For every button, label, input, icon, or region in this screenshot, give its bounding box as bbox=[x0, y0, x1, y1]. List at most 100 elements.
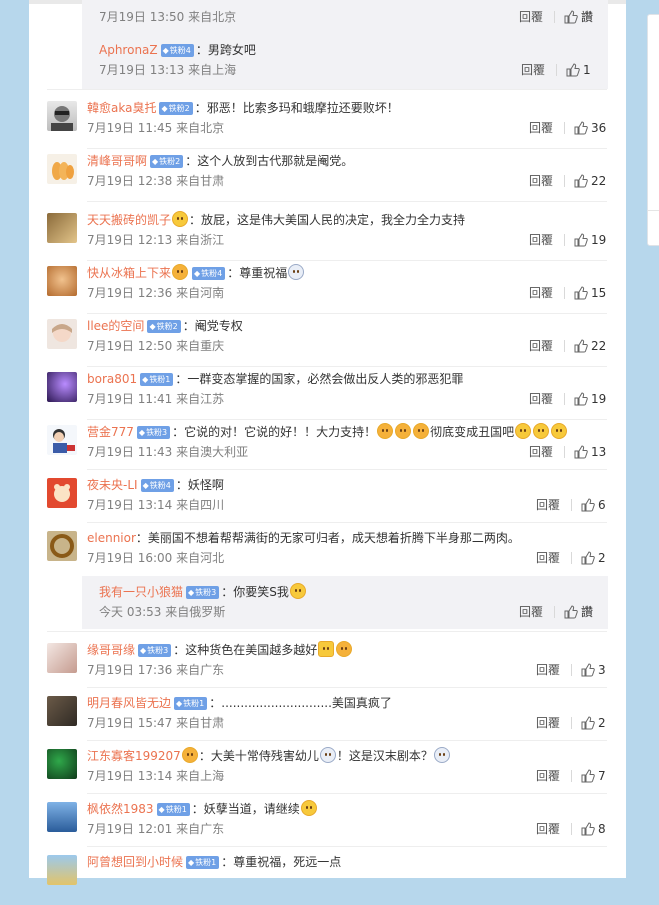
username-link[interactable]: 缘哥哥缘 bbox=[87, 643, 135, 657]
avatar[interactable] bbox=[47, 372, 77, 402]
reply-button[interactable]: 回覆 bbox=[536, 496, 560, 514]
username-link[interactable]: 快从冰箱上下来 bbox=[87, 266, 171, 280]
username-link[interactable]: 我有一只小狼猫 bbox=[99, 585, 183, 599]
like-button[interactable]: 22 bbox=[574, 172, 606, 190]
avatar[interactable] bbox=[47, 478, 77, 508]
username-link[interactable]: llee的空间 bbox=[87, 319, 144, 333]
avatar[interactable] bbox=[47, 425, 77, 455]
reply-button[interactable]: 回覆 bbox=[529, 172, 553, 190]
like-button[interactable]: 2 bbox=[581, 549, 606, 567]
action-divider bbox=[571, 770, 572, 782]
fan-badge[interactable]: ◆铁粉3 bbox=[136, 426, 171, 439]
fan-badge[interactable]: ◆铁粉2 bbox=[159, 102, 193, 115]
fan-badge[interactable]: ◆铁粉2 bbox=[147, 320, 181, 333]
fan-badge[interactable]: ◆铁粉3 bbox=[186, 586, 220, 599]
emoji-icon bbox=[551, 423, 568, 439]
comment-text: ：美丽国不想着帮帮满街的无家可归者，成天想着折腾下半身那二两肉。 bbox=[135, 531, 520, 545]
fan-badge[interactable]: ◆铁粉3 bbox=[138, 644, 172, 657]
username-link[interactable]: AphronaZ bbox=[99, 43, 158, 57]
comment-text: ：尊重祝福，死远一点 bbox=[221, 855, 342, 869]
like-button[interactable]: 22 bbox=[574, 337, 606, 355]
fan-badge[interactable]: ◆铁粉1 bbox=[174, 697, 208, 710]
comment-text: ：邪恶！比索多玛和蛾摩拉还要败坏！ bbox=[194, 101, 399, 115]
reply-button[interactable]: 回覆 bbox=[529, 284, 553, 302]
username-link[interactable]: 阿曾想回到小时候 bbox=[87, 855, 183, 869]
comment-time: 7月19日 17:36 来自广东 bbox=[87, 663, 225, 677]
reply-button[interactable]: 回覆 bbox=[519, 8, 543, 26]
reply-button[interactable]: 回覆 bbox=[536, 714, 560, 732]
avatar[interactable] bbox=[47, 696, 77, 726]
fan-badge[interactable]: ◆铁粉2 bbox=[150, 155, 184, 168]
username-link[interactable]: 夜未央-LI bbox=[87, 478, 138, 492]
username-link[interactable]: 韓愈aka臭托 bbox=[87, 101, 156, 115]
emoji-icon bbox=[288, 264, 305, 280]
like-count: 19 bbox=[591, 233, 607, 247]
avatar[interactable] bbox=[47, 266, 77, 296]
comment-text: ：放屁，这是伟大美国人民的决定，我全力全力支持 bbox=[171, 211, 465, 227]
username-link[interactable]: 枫依然1983 bbox=[87, 802, 154, 816]
reply-button[interactable]: 回覆 bbox=[521, 61, 545, 79]
action-divider bbox=[564, 393, 565, 405]
username-link[interactable]: elennior bbox=[87, 531, 136, 545]
avatar[interactable] bbox=[47, 749, 77, 779]
fan-badge[interactable]: ◆铁粉4 bbox=[140, 479, 174, 492]
like-button[interactable]: 13 bbox=[574, 443, 606, 461]
avatar[interactable] bbox=[47, 855, 77, 885]
like-button[interactable]: 3 bbox=[581, 661, 606, 679]
row-divider bbox=[47, 89, 607, 90]
username-link[interactable]: 营金777 bbox=[87, 425, 134, 439]
fan-badge[interactable]: ◆铁粉1 bbox=[156, 803, 190, 816]
fan-badge[interactable]: ◆铁粉4 bbox=[160, 44, 194, 57]
thumbs-up-icon bbox=[581, 498, 595, 512]
like-button[interactable]: 7 bbox=[581, 767, 606, 785]
avatar[interactable] bbox=[47, 531, 77, 561]
username-link[interactable]: 江东寡客199207 bbox=[87, 749, 181, 763]
reply-button[interactable]: 回覆 bbox=[536, 661, 560, 679]
avatar[interactable] bbox=[47, 154, 77, 184]
like-button[interactable]: 19 bbox=[574, 390, 606, 408]
username-link[interactable]: 天天搬砖的凯子 bbox=[87, 213, 171, 227]
thumbs-up-icon bbox=[581, 822, 595, 836]
reply-button[interactable]: 回覆 bbox=[529, 119, 553, 137]
fan-badge[interactable]: ◆铁粉4 bbox=[192, 267, 226, 280]
reply-button[interactable]: 回覆 bbox=[536, 549, 560, 567]
like-button[interactable]: 2 bbox=[581, 714, 606, 732]
comment-line: 韓愈aka臭托 ◆铁粉2 ：邪恶！比索多玛和蛾摩拉还要败坏！ bbox=[87, 99, 399, 117]
action-divider bbox=[571, 717, 572, 729]
avatar[interactable] bbox=[47, 802, 77, 832]
like-button[interactable]: 讚 bbox=[564, 8, 593, 26]
username-link[interactable]: 明月春风皆无边 bbox=[87, 696, 171, 710]
comment-line: 夜未央-LI ◆铁粉4 ：妖怪啊 bbox=[87, 476, 224, 494]
comment-time: 7月19日 13:50 来自北京 bbox=[99, 10, 237, 24]
reply-button[interactable]: 回覆 bbox=[529, 390, 553, 408]
reply-button[interactable]: 回覆 bbox=[529, 443, 553, 461]
avatar[interactable] bbox=[47, 213, 77, 243]
avatar[interactable] bbox=[47, 319, 77, 349]
reply-button[interactable]: 回覆 bbox=[529, 337, 553, 355]
like-button[interactable]: 讚 bbox=[564, 603, 593, 621]
sidebar-divider bbox=[648, 210, 659, 211]
avatar[interactable] bbox=[47, 643, 77, 673]
fan-badge[interactable]: ◆铁粉1 bbox=[186, 856, 220, 869]
fan-badge[interactable]: ◆铁粉1 bbox=[140, 373, 174, 386]
like-button[interactable]: 36 bbox=[574, 119, 606, 137]
like-count: 6 bbox=[598, 498, 606, 512]
emoji-icon bbox=[395, 423, 412, 439]
reply-button[interactable]: 回覆 bbox=[519, 603, 543, 621]
like-button[interactable]: 8 bbox=[581, 820, 606, 838]
like-button[interactable]: 6 bbox=[581, 496, 606, 514]
row-divider bbox=[87, 419, 607, 420]
username-link[interactable]: 清峰哥哥啊 bbox=[87, 154, 147, 168]
username-link[interactable]: bora801 bbox=[87, 372, 137, 386]
reply-button[interactable]: 回覆 bbox=[529, 231, 553, 249]
like-button[interactable]: 15 bbox=[574, 284, 606, 302]
reply-button[interactable]: 回覆 bbox=[536, 767, 560, 785]
like-count: 1 bbox=[583, 63, 591, 77]
comment-line: 天天搬砖的凯子 ：放屁，这是伟大美国人民的决定，我全力全力支持 bbox=[87, 211, 465, 229]
comment-item: 清峰哥哥啊 ◆铁粉2 ：这个人放到古代那就是阉党。 7月19日 12:38 来自甘肃… bbox=[47, 152, 607, 204]
reply-button[interactable]: 回覆 bbox=[536, 820, 560, 838]
like-button[interactable]: 19 bbox=[574, 231, 606, 249]
like-button[interactable]: 1 bbox=[566, 61, 591, 79]
action-divider bbox=[564, 287, 565, 299]
avatar[interactable] bbox=[47, 101, 77, 131]
